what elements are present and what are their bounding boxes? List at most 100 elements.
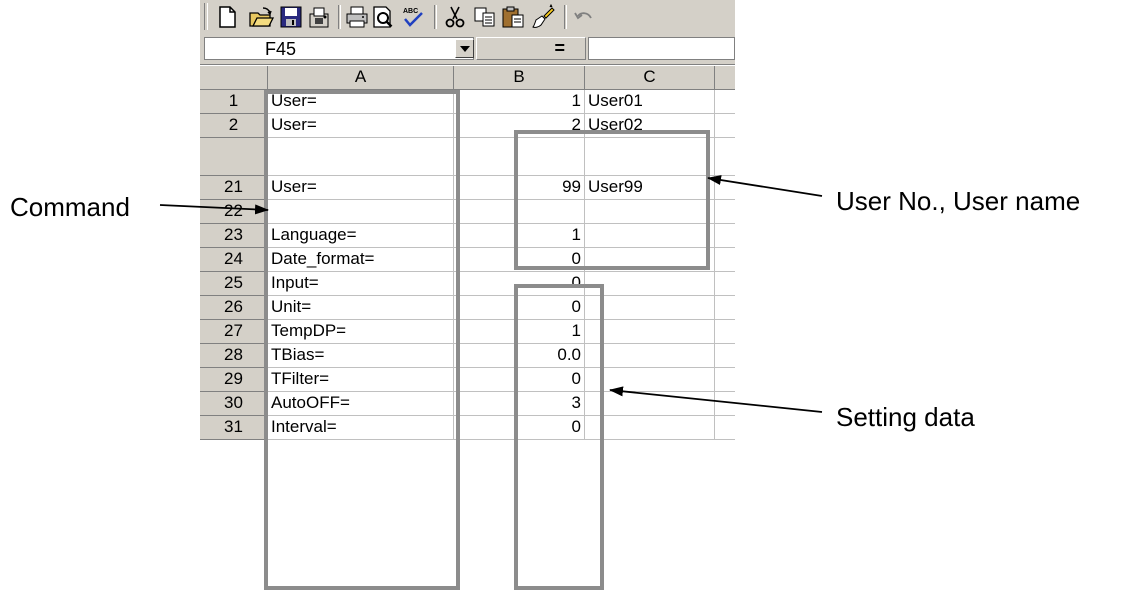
cell-command[interactable]: Input= xyxy=(268,272,454,296)
row-header[interactable]: 30 xyxy=(200,392,268,416)
cell-value[interactable]: 2 xyxy=(454,114,585,138)
row-header[interactable]: 1 xyxy=(200,90,268,114)
cell-value[interactable]: 0.0 xyxy=(454,344,585,368)
cell-command[interactable] xyxy=(268,200,454,224)
cell-command[interactable] xyxy=(268,138,454,176)
cell-value[interactable]: 1 xyxy=(454,224,585,248)
cell-name[interactable] xyxy=(585,368,715,392)
cell-name[interactable]: User01 xyxy=(585,90,715,114)
cell-empty[interactable] xyxy=(715,368,735,392)
toolbar-grip[interactable] xyxy=(204,3,208,30)
row-header[interactable]: 21 xyxy=(200,176,268,200)
cell-name[interactable] xyxy=(585,320,715,344)
cell-command[interactable]: TempDP= xyxy=(268,320,454,344)
cell-name[interactable] xyxy=(585,272,715,296)
name-box-value: F45 xyxy=(265,39,297,59)
cell-command[interactable]: AutoOFF= xyxy=(268,392,454,416)
spell-check-icon: ABC xyxy=(403,8,423,27)
row-header[interactable]: 29 xyxy=(200,368,268,392)
cell-name[interactable] xyxy=(585,224,715,248)
cell-empty[interactable] xyxy=(715,176,735,200)
cell-empty[interactable] xyxy=(715,114,735,138)
cell-empty[interactable] xyxy=(715,392,735,416)
svg-text:ABC: ABC xyxy=(403,8,418,15)
cell-value[interactable]: 1 xyxy=(454,90,585,114)
cell-empty[interactable] xyxy=(715,296,735,320)
row-header[interactable] xyxy=(200,138,268,176)
cell-command[interactable]: Interval= xyxy=(268,416,454,440)
cell-value[interactable]: 3 xyxy=(454,392,585,416)
cell-empty[interactable] xyxy=(715,200,735,224)
cell-value[interactable] xyxy=(454,138,585,176)
copy-button[interactable] xyxy=(472,4,498,30)
cell-empty[interactable] xyxy=(715,344,735,368)
cell-value[interactable]: 0 xyxy=(454,416,585,440)
row-header[interactable]: 28 xyxy=(200,344,268,368)
format-painter-button[interactable] xyxy=(530,4,556,30)
cell-value[interactable]: 1 xyxy=(454,320,585,344)
standard-toolbar: ABC xyxy=(200,0,735,35)
cell-command[interactable]: Date_format= xyxy=(268,248,454,272)
cell-empty[interactable] xyxy=(715,320,735,344)
row-header[interactable]: 22 xyxy=(200,200,268,224)
paste-icon xyxy=(502,6,524,28)
cell-value[interactable] xyxy=(454,200,585,224)
cell-name[interactable] xyxy=(585,248,715,272)
save-button[interactable] xyxy=(278,4,304,30)
cell-name[interactable] xyxy=(585,200,715,224)
row-header[interactable]: 24 xyxy=(200,248,268,272)
cell-name[interactable] xyxy=(585,344,715,368)
print-button[interactable] xyxy=(344,4,370,30)
cell-empty[interactable] xyxy=(715,248,735,272)
cell-command[interactable]: TBias= xyxy=(268,344,454,368)
cell-empty[interactable] xyxy=(715,90,735,114)
cell-value[interactable]: 99 xyxy=(454,176,585,200)
cell-name[interactable] xyxy=(585,296,715,320)
cell-name[interactable]: User02 xyxy=(585,114,715,138)
edit-formula-button[interactable]: = xyxy=(476,37,586,60)
cell-value[interactable]: 0 xyxy=(454,248,585,272)
cell-command[interactable]: TFilter= xyxy=(268,368,454,392)
formula-input[interactable] xyxy=(588,37,735,60)
permission-button[interactable] xyxy=(306,4,332,30)
select-all-corner[interactable] xyxy=(200,66,268,90)
row-header[interactable]: 25 xyxy=(200,272,268,296)
column-header-c[interactable]: C xyxy=(585,66,715,90)
undo-button[interactable] xyxy=(570,4,596,30)
spell-check-button[interactable]: ABC xyxy=(400,4,426,30)
new-button[interactable] xyxy=(214,4,240,30)
cut-button[interactable] xyxy=(442,4,468,30)
open-button[interactable] xyxy=(248,4,274,30)
cell-value[interactable]: 0 xyxy=(454,272,585,296)
row-header[interactable]: 31 xyxy=(200,416,268,440)
cell-name[interactable] xyxy=(585,138,715,176)
cell-empty[interactable] xyxy=(715,138,735,176)
cell-command[interactable]: Unit= xyxy=(268,296,454,320)
cell-empty[interactable] xyxy=(715,272,735,296)
cell-command[interactable]: User= xyxy=(268,176,454,200)
row-header[interactable]: 2 xyxy=(200,114,268,138)
row-header[interactable]: 27 xyxy=(200,320,268,344)
cell-name[interactable] xyxy=(585,416,715,440)
row-header[interactable]: 26 xyxy=(200,296,268,320)
column-header-d[interactable] xyxy=(715,66,735,90)
column-header-b[interactable]: B xyxy=(454,66,585,90)
cut-icon xyxy=(445,6,465,28)
new-icon xyxy=(219,6,236,28)
name-box-dropdown-button[interactable] xyxy=(455,39,474,58)
cell-empty[interactable] xyxy=(715,224,735,248)
row-header[interactable]: 23 xyxy=(200,224,268,248)
cell-value[interactable]: 0 xyxy=(454,296,585,320)
cell-command[interactable]: User= xyxy=(268,90,454,114)
column-header-a[interactable]: A xyxy=(268,66,454,90)
cell-name[interactable] xyxy=(585,392,715,416)
paste-button[interactable] xyxy=(500,4,526,30)
cell-command[interactable]: User= xyxy=(268,114,454,138)
cell-value[interactable]: 0 xyxy=(454,368,585,392)
cell-empty[interactable] xyxy=(715,416,735,440)
print-preview-button[interactable] xyxy=(370,4,396,30)
name-box[interactable]: F45 xyxy=(204,37,474,60)
cell-name[interactable]: User99 xyxy=(585,176,715,200)
toolbar-separator xyxy=(338,5,341,29)
cell-command[interactable]: Language= xyxy=(268,224,454,248)
